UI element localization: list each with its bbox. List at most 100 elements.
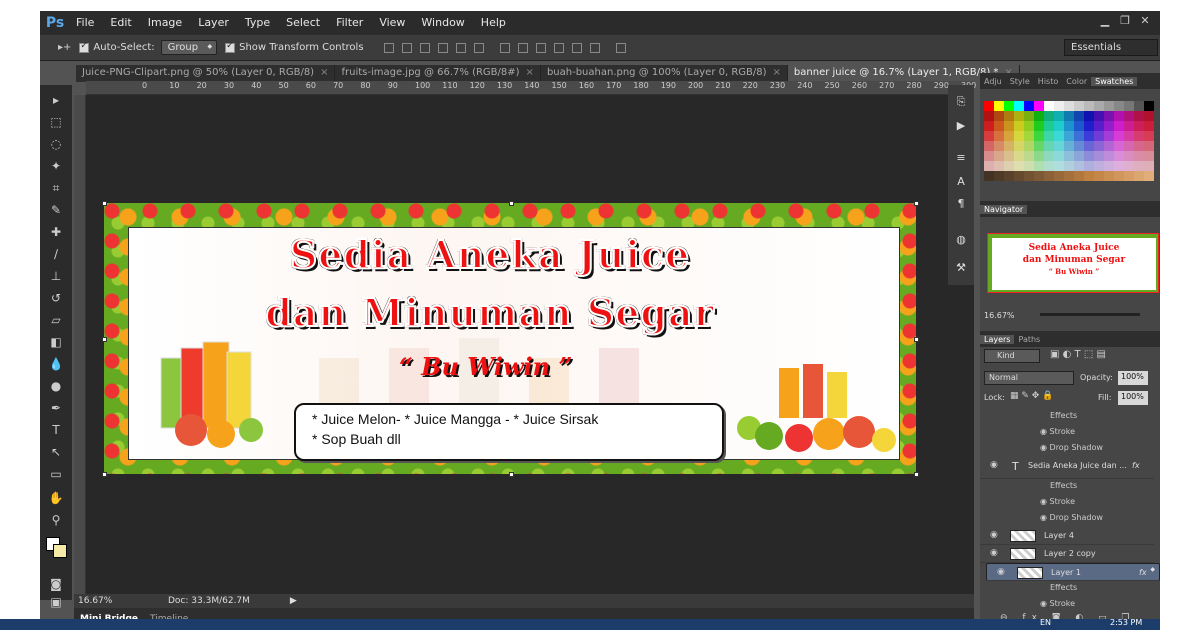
eyedropper-tool-icon[interactable]: ✎ bbox=[46, 201, 66, 219]
eye-icon[interactable]: ◉ bbox=[990, 548, 998, 558]
distribute-bottom-icon[interactable] bbox=[535, 42, 546, 53]
color-swatch[interactable] bbox=[1044, 151, 1054, 161]
color-swatch[interactable] bbox=[1114, 151, 1124, 161]
color-swatch[interactable] bbox=[1034, 141, 1044, 151]
color-swatch[interactable] bbox=[1144, 161, 1154, 171]
fx-icon[interactable]: fx bbox=[1132, 461, 1140, 470]
color-swatch[interactable] bbox=[1044, 171, 1054, 181]
layer-row-layer-2-copy[interactable]: ◉ Layer 2 copy bbox=[980, 545, 1154, 563]
distribute-left-icon[interactable] bbox=[553, 42, 564, 53]
lock-icons[interactable]: ▦ ✎ ✥ 🔒 bbox=[1010, 391, 1053, 401]
color-swatch[interactable] bbox=[1074, 121, 1084, 131]
color-swatch[interactable] bbox=[1094, 171, 1104, 181]
color-swatch[interactable] bbox=[984, 111, 994, 121]
healing-brush-tool-icon[interactable]: ✚ bbox=[46, 223, 66, 241]
blur-tool-icon[interactable]: 💧 bbox=[46, 355, 66, 373]
color-swatch[interactable] bbox=[1134, 121, 1144, 131]
taskbar-clock[interactable]: 2:53 PM bbox=[1110, 618, 1142, 627]
tab-color[interactable]: Color bbox=[1062, 77, 1091, 86]
zoom-tool-icon[interactable]: ⚲ bbox=[46, 511, 66, 529]
filter-kind-dropdown[interactable]: Kind bbox=[984, 349, 1040, 363]
color-swatch[interactable] bbox=[1134, 111, 1144, 121]
swatch-grid[interactable] bbox=[984, 101, 1156, 183]
color-swatch[interactable] bbox=[1124, 121, 1134, 131]
effect-stroke[interactable]: ◉ Stroke bbox=[1040, 599, 1075, 608]
close-tab-icon[interactable]: × bbox=[320, 67, 328, 78]
color-swatch[interactable] bbox=[994, 111, 1004, 121]
color-swatch[interactable] bbox=[1084, 141, 1094, 151]
color-swatch[interactable] bbox=[1014, 151, 1024, 161]
distribute-top-icon[interactable] bbox=[499, 42, 510, 53]
color-swatch[interactable] bbox=[1024, 171, 1034, 181]
color-swatch[interactable] bbox=[1034, 171, 1044, 181]
color-swatch[interactable] bbox=[1114, 111, 1124, 121]
close-tab-icon[interactable]: × bbox=[526, 67, 534, 78]
transform-handle[interactable] bbox=[914, 337, 919, 342]
color-swatch[interactable] bbox=[1104, 111, 1114, 121]
color-swatch[interactable] bbox=[1084, 111, 1094, 121]
color-swatch[interactable] bbox=[1074, 101, 1084, 111]
color-swatch[interactable] bbox=[1024, 161, 1034, 171]
auto-select-checkbox[interactable] bbox=[79, 41, 90, 53]
layer-row-layer-1[interactable]: ◉ Layer 1 fx bbox=[986, 563, 1160, 581]
color-swatch[interactable] bbox=[1134, 171, 1144, 181]
canvas-area[interactable]: Sedia Aneka Juice dan Minuman Segar “ Bu… bbox=[86, 95, 974, 594]
magic-wand-tool-icon[interactable]: ✦ bbox=[46, 157, 66, 175]
taskbar-lang[interactable]: EN bbox=[1040, 618, 1051, 627]
history-brush-tool-icon[interactable]: ↺ bbox=[46, 289, 66, 307]
menu-window[interactable]: Window bbox=[413, 11, 472, 35]
transform-handle[interactable] bbox=[102, 472, 107, 477]
layer-row-text[interactable]: ◉ T Sedia Aneka Juice dan ... fx bbox=[980, 457, 1154, 479]
color-swatch[interactable] bbox=[1114, 171, 1124, 181]
distribute-vcenter-icon[interactable] bbox=[517, 42, 528, 53]
color-swatch[interactable] bbox=[1074, 141, 1084, 151]
color-swatch[interactable] bbox=[1074, 171, 1084, 181]
blend-mode-dropdown[interactable]: Normal bbox=[984, 371, 1074, 385]
color-swatch[interactable] bbox=[1104, 151, 1114, 161]
color-swatch[interactable] bbox=[1114, 161, 1124, 171]
color-swatch[interactable] bbox=[1064, 161, 1074, 171]
color-swatch[interactable] bbox=[1064, 151, 1074, 161]
align-vcenter-icon[interactable] bbox=[401, 42, 412, 53]
color-swatch[interactable] bbox=[1034, 151, 1044, 161]
color-swatch[interactable] bbox=[1014, 101, 1024, 111]
color-swatch[interactable] bbox=[1084, 101, 1094, 111]
effect-stroke[interactable]: ◉ Stroke bbox=[1040, 427, 1075, 436]
navigator-thumbnail[interactable]: Sedia Aneka Juice dan Minuman Segar “ Bu… bbox=[987, 233, 1159, 293]
color-swatch[interactable] bbox=[1114, 131, 1124, 141]
brush-tool-icon[interactable]: ∕ bbox=[46, 245, 66, 263]
color-swatch[interactable] bbox=[1134, 161, 1144, 171]
fill-input[interactable]: 100% bbox=[1118, 391, 1148, 405]
color-swatch[interactable] bbox=[1094, 141, 1104, 151]
color-swatch[interactable] bbox=[1054, 141, 1064, 151]
tab-styles[interactable]: Style bbox=[1006, 77, 1034, 86]
menu-layer[interactable]: Layer bbox=[190, 11, 237, 35]
color-swatch[interactable] bbox=[1004, 121, 1014, 131]
color-swatch[interactable] bbox=[1044, 111, 1054, 121]
tab-buah-buahan[interactable]: buah-buahan.png @ 100% (Layer 0, RGB/8) × bbox=[541, 65, 788, 82]
menu-type[interactable]: Type bbox=[237, 11, 278, 35]
close-tab-icon[interactable]: × bbox=[773, 67, 781, 78]
color-swatch[interactable] bbox=[1014, 171, 1024, 181]
align-hcenter-icon[interactable] bbox=[455, 42, 466, 53]
paragraph-icon[interactable]: ¶ bbox=[954, 197, 968, 211]
color-swatch[interactable] bbox=[1144, 111, 1154, 121]
color-swatch[interactable] bbox=[1094, 111, 1104, 121]
color-swatch[interactable] bbox=[994, 151, 1004, 161]
align-bottom-icon[interactable] bbox=[419, 42, 430, 53]
color-swatch[interactable] bbox=[984, 151, 994, 161]
color-swatch[interactable] bbox=[1134, 131, 1144, 141]
color-swatch[interactable] bbox=[1124, 131, 1134, 141]
color-swatch[interactable] bbox=[1054, 151, 1064, 161]
color-swatch[interactable] bbox=[1104, 161, 1114, 171]
color-swatch[interactable] bbox=[1114, 141, 1124, 151]
color-swatch[interactable] bbox=[1084, 151, 1094, 161]
color-swatch[interactable] bbox=[1064, 171, 1074, 181]
transform-handle[interactable] bbox=[509, 201, 514, 206]
pen-tool-icon[interactable]: ✒ bbox=[46, 399, 66, 417]
color-swatch[interactable] bbox=[1044, 141, 1054, 151]
eye-icon[interactable]: ◉ bbox=[990, 460, 998, 470]
eye-icon[interactable]: ◉ bbox=[990, 530, 998, 540]
3d-icon[interactable]: ◍ bbox=[954, 233, 968, 247]
transform-handle[interactable] bbox=[914, 472, 919, 477]
